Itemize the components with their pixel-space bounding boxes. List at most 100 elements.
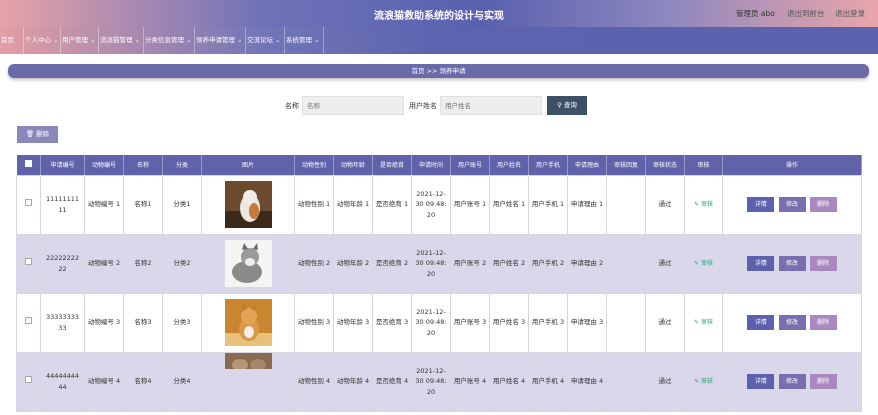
cell-age: 动物年龄 1 (333, 174, 373, 235)
row-checkbox[interactable] (25, 258, 32, 266)
adoption-table: 申请编号 动物编号 名称 分类 图片 动物性别 动物年龄 是否绝育 申请时间 用… (16, 155, 862, 412)
cat-photo (224, 352, 272, 369)
breadcrumb: 首页 >> 领养申请 (8, 64, 869, 78)
col-header: 图片 (201, 155, 295, 175)
batch-delete-label: 删除 (36, 130, 50, 138)
cell-time: 2021-12- 30 09:48: 20 (411, 292, 451, 353)
search-icon: ⚲ (557, 101, 562, 109)
edit-icon: ✎ (694, 260, 700, 268)
cell-reply (606, 174, 646, 235)
nav-item-forum[interactable]: 交流论坛 ⌄ (246, 27, 285, 54)
col-header: 分类 (162, 155, 202, 175)
username-label: 用户姓名 (409, 102, 437, 110)
col-header: 审核 (684, 155, 723, 175)
col-header: 用户账号 (450, 155, 490, 175)
cell-reason: 申请理由 1 (567, 174, 607, 235)
cell-neutered: 是否绝育 3 (372, 292, 412, 353)
cell-username: 用户姓名 4 (489, 351, 529, 412)
nav-item-users[interactable]: 用户管理 ⌄ (61, 27, 99, 54)
select-all-checkbox[interactable] (24, 160, 32, 168)
cell-name: 名称4 (123, 351, 163, 412)
table-header-row: 申请编号 动物编号 名称 分类 图片 动物性别 动物年龄 是否绝育 申请时间 用… (16, 155, 862, 175)
nav-item-categories[interactable]: 分类信息管理 ⌄ (144, 27, 195, 54)
edit-button[interactable]: 修改 (778, 374, 806, 389)
back-to-frontend-link[interactable]: 退出到前台 (787, 8, 825, 19)
cell-age: 动物年龄 4 (333, 351, 373, 412)
cell-status: 通过 (645, 174, 685, 235)
col-header: 动物性别 (294, 155, 334, 175)
cell-id: 22222222 22 (40, 233, 85, 294)
col-header: 申请理由 (567, 155, 607, 175)
cell-gender: 动物性别 3 (294, 292, 334, 353)
cell-phone: 用户手机 3 (528, 292, 568, 353)
edit-button[interactable]: 修改 (778, 315, 806, 330)
logout-link[interactable]: 退出登录 (835, 8, 865, 19)
cell-account: 用户账号 2 (450, 233, 490, 294)
edit-button[interactable]: 修改 (778, 197, 806, 212)
review-label: 审核 (700, 201, 713, 209)
cell-neutered: 是否绝育 4 (372, 351, 412, 412)
table-row: 44444444 44 动物编号 4 名称4 分类4 动物性别 4 动物年龄 4… (16, 351, 862, 412)
delete-button[interactable]: 删除 (809, 374, 837, 389)
nav-item-home[interactable]: 首页 (0, 27, 24, 54)
cell-id: 44444444 44 (40, 351, 85, 412)
review-link[interactable]: ✎ 审核 (694, 260, 713, 267)
review-link[interactable]: ✎ 审核 (694, 378, 713, 385)
detail-button[interactable]: 详情 (747, 374, 775, 389)
username-search-input[interactable] (440, 96, 542, 115)
review-link[interactable]: ✎ 审核 (694, 201, 713, 208)
cell-animal-no: 动物编号 3 (84, 292, 124, 353)
search-button[interactable]: ⚲ 查询 (547, 96, 587, 115)
detail-button[interactable]: 详情 (747, 197, 775, 212)
batch-delete-button[interactable]: 🗑 删除 (17, 126, 58, 143)
cell-status: 通过 (645, 292, 685, 353)
cell-name: 名称1 (123, 174, 163, 235)
cell-animal-no: 动物编号 2 (84, 233, 124, 294)
cell-phone: 用户手机 2 (528, 233, 568, 294)
select-all-header[interactable] (16, 155, 41, 175)
col-header: 动物年龄 (333, 155, 373, 175)
nav-item-cats[interactable]: 流浪猫管理 ⌄ (99, 27, 144, 54)
col-header: 申请时间 (411, 155, 451, 175)
nav-item-adoption[interactable]: 领养申请管理 ⌄ (195, 27, 246, 54)
cell-gender: 动物性别 1 (294, 174, 334, 235)
col-header: 审核状态 (645, 155, 685, 175)
nav-item-system[interactable]: 系统管理 ⌄ (285, 27, 324, 54)
cell-username: 用户姓名 1 (489, 174, 529, 235)
review-label: 审核 (700, 260, 713, 268)
row-checkbox[interactable] (25, 376, 32, 384)
cell-reply (606, 292, 646, 353)
review-label: 审核 (700, 378, 713, 386)
cell-category: 分类3 (162, 292, 202, 353)
col-header: 申请编号 (40, 155, 85, 175)
detail-button[interactable]: 详情 (747, 256, 775, 271)
review-link[interactable]: ✎ 审核 (694, 319, 713, 326)
edit-icon: ✎ (694, 201, 700, 209)
cell-name: 名称2 (123, 233, 163, 294)
col-header: 用户手机 (528, 155, 568, 175)
main-nav: 首页 个人中心 ⌄ 用户管理 ⌄ 流浪猫管理 ⌄ 分类信息管理 ⌄ 领养申请管理… (0, 27, 878, 54)
edit-button[interactable]: 修改 (778, 256, 806, 271)
cell-neutered: 是否绝育 2 (372, 233, 412, 294)
col-header: 操作 (722, 155, 862, 175)
delete-button[interactable]: 删除 (809, 315, 837, 330)
name-label: 名称 (285, 102, 299, 110)
table-row: 22222222 22 动物编号 2 名称2 分类2 动物性别 2 动物年龄 2… (16, 233, 862, 294)
cell-gender: 动物性别 4 (294, 351, 334, 412)
cell-animal-no: 动物编号 1 (84, 174, 124, 235)
cell-category: 分类2 (162, 233, 202, 294)
cell-time: 2021-12- 30 09:48: 20 (411, 174, 451, 235)
delete-button[interactable]: 删除 (809, 256, 837, 271)
row-checkbox[interactable] (25, 317, 32, 325)
nav-item-profile[interactable]: 个人中心 ⌄ (24, 27, 61, 54)
row-checkbox[interactable] (25, 199, 32, 207)
cell-phone: 用户手机 4 (528, 351, 568, 412)
cell-name: 名称3 (123, 292, 163, 353)
search-button-label: 查询 (563, 101, 577, 109)
trash-icon: 🗑 (25, 130, 35, 138)
cell-account: 用户账号 3 (450, 292, 490, 353)
delete-button[interactable]: 删除 (809, 197, 837, 212)
detail-button[interactable]: 详情 (747, 315, 775, 330)
name-search-input[interactable] (302, 96, 404, 115)
cell-id: 11111111 11 (40, 174, 85, 235)
